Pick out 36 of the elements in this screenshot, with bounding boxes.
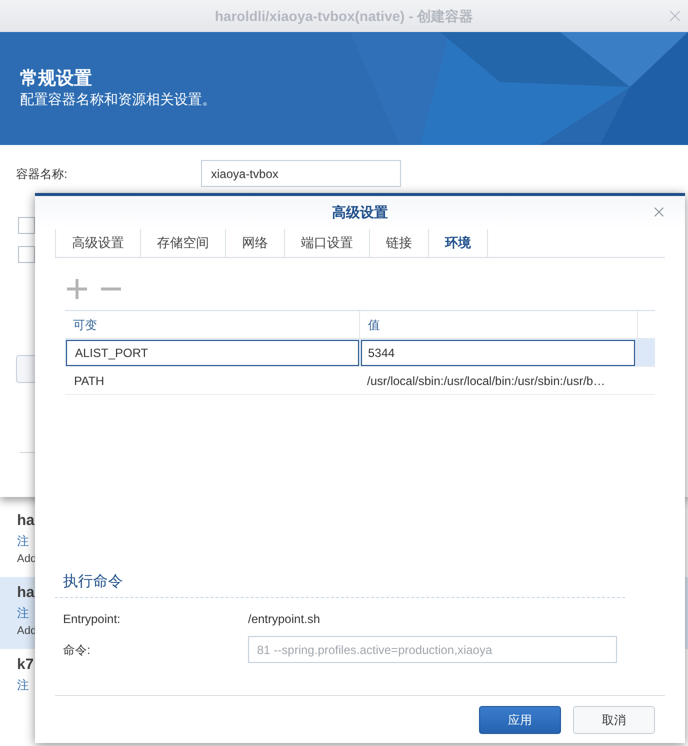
cancel-button[interactable]: 取消 bbox=[573, 706, 655, 734]
dialog-title: 高级设置 bbox=[332, 203, 388, 222]
item-subtitle: 注 bbox=[17, 605, 29, 622]
table-cell[interactable]: 5344 bbox=[361, 340, 635, 366]
window-title: haroldli/xiaoya-tvbox(native) - 创建容器 bbox=[214, 6, 474, 26]
tab[interactable]: 存储空间 bbox=[140, 229, 225, 257]
add-icon[interactable] bbox=[67, 279, 87, 299]
field-label: 容器名称: bbox=[16, 166, 68, 182]
field-label: Entrypoint: bbox=[63, 611, 122, 628]
item-title: ha bbox=[17, 511, 35, 531]
entrypoint-value: /entrypoint.sh bbox=[248, 611, 320, 628]
apply-button[interactable]: 应用 bbox=[479, 706, 561, 734]
table-row[interactable]: PATH /usr/local/sbin:/usr/local/bin:/usr/sbin:/usr/b… bbox=[65, 367, 655, 395]
tab[interactable]: 网络 bbox=[225, 229, 284, 257]
tab[interactable]: 环境 bbox=[428, 229, 488, 257]
tab[interactable]: 高级设置 bbox=[55, 229, 140, 257]
column-header[interactable]: 可变 bbox=[65, 311, 360, 338]
item-subtitle: 注 bbox=[17, 677, 29, 694]
item-title: k7 bbox=[17, 655, 34, 675]
tab[interactable]: 端口设置 bbox=[284, 229, 369, 257]
table-cell[interactable]: ALIST_PORT bbox=[66, 340, 359, 366]
remove-icon[interactable] bbox=[101, 287, 121, 291]
checkbox[interactable] bbox=[18, 217, 35, 234]
header-title: 常规设置 bbox=[20, 67, 93, 90]
column-header[interactable]: 值 bbox=[360, 311, 638, 338]
section-title: 执行命令 bbox=[63, 572, 123, 590]
table-row[interactable]: ALIST_PORT 5344 bbox=[65, 339, 655, 367]
item-title: ha bbox=[17, 583, 35, 603]
field-label: 命令: bbox=[63, 642, 92, 658]
checkbox[interactable] bbox=[18, 246, 35, 263]
table-cell-text: /usr/local/sbin:/usr/local/bin:/usr/sbin:/usr/b… bbox=[366, 372, 606, 390]
tab[interactable]: 链接 bbox=[369, 229, 428, 257]
table-cell-text: PATH bbox=[73, 372, 106, 390]
item-subtitle: 注 bbox=[17, 533, 29, 550]
name-field[interactable]: xiaoya-tvbox bbox=[201, 160, 401, 187]
header-subtitle: 配置容器名称和资源相关设置。 bbox=[20, 90, 217, 108]
